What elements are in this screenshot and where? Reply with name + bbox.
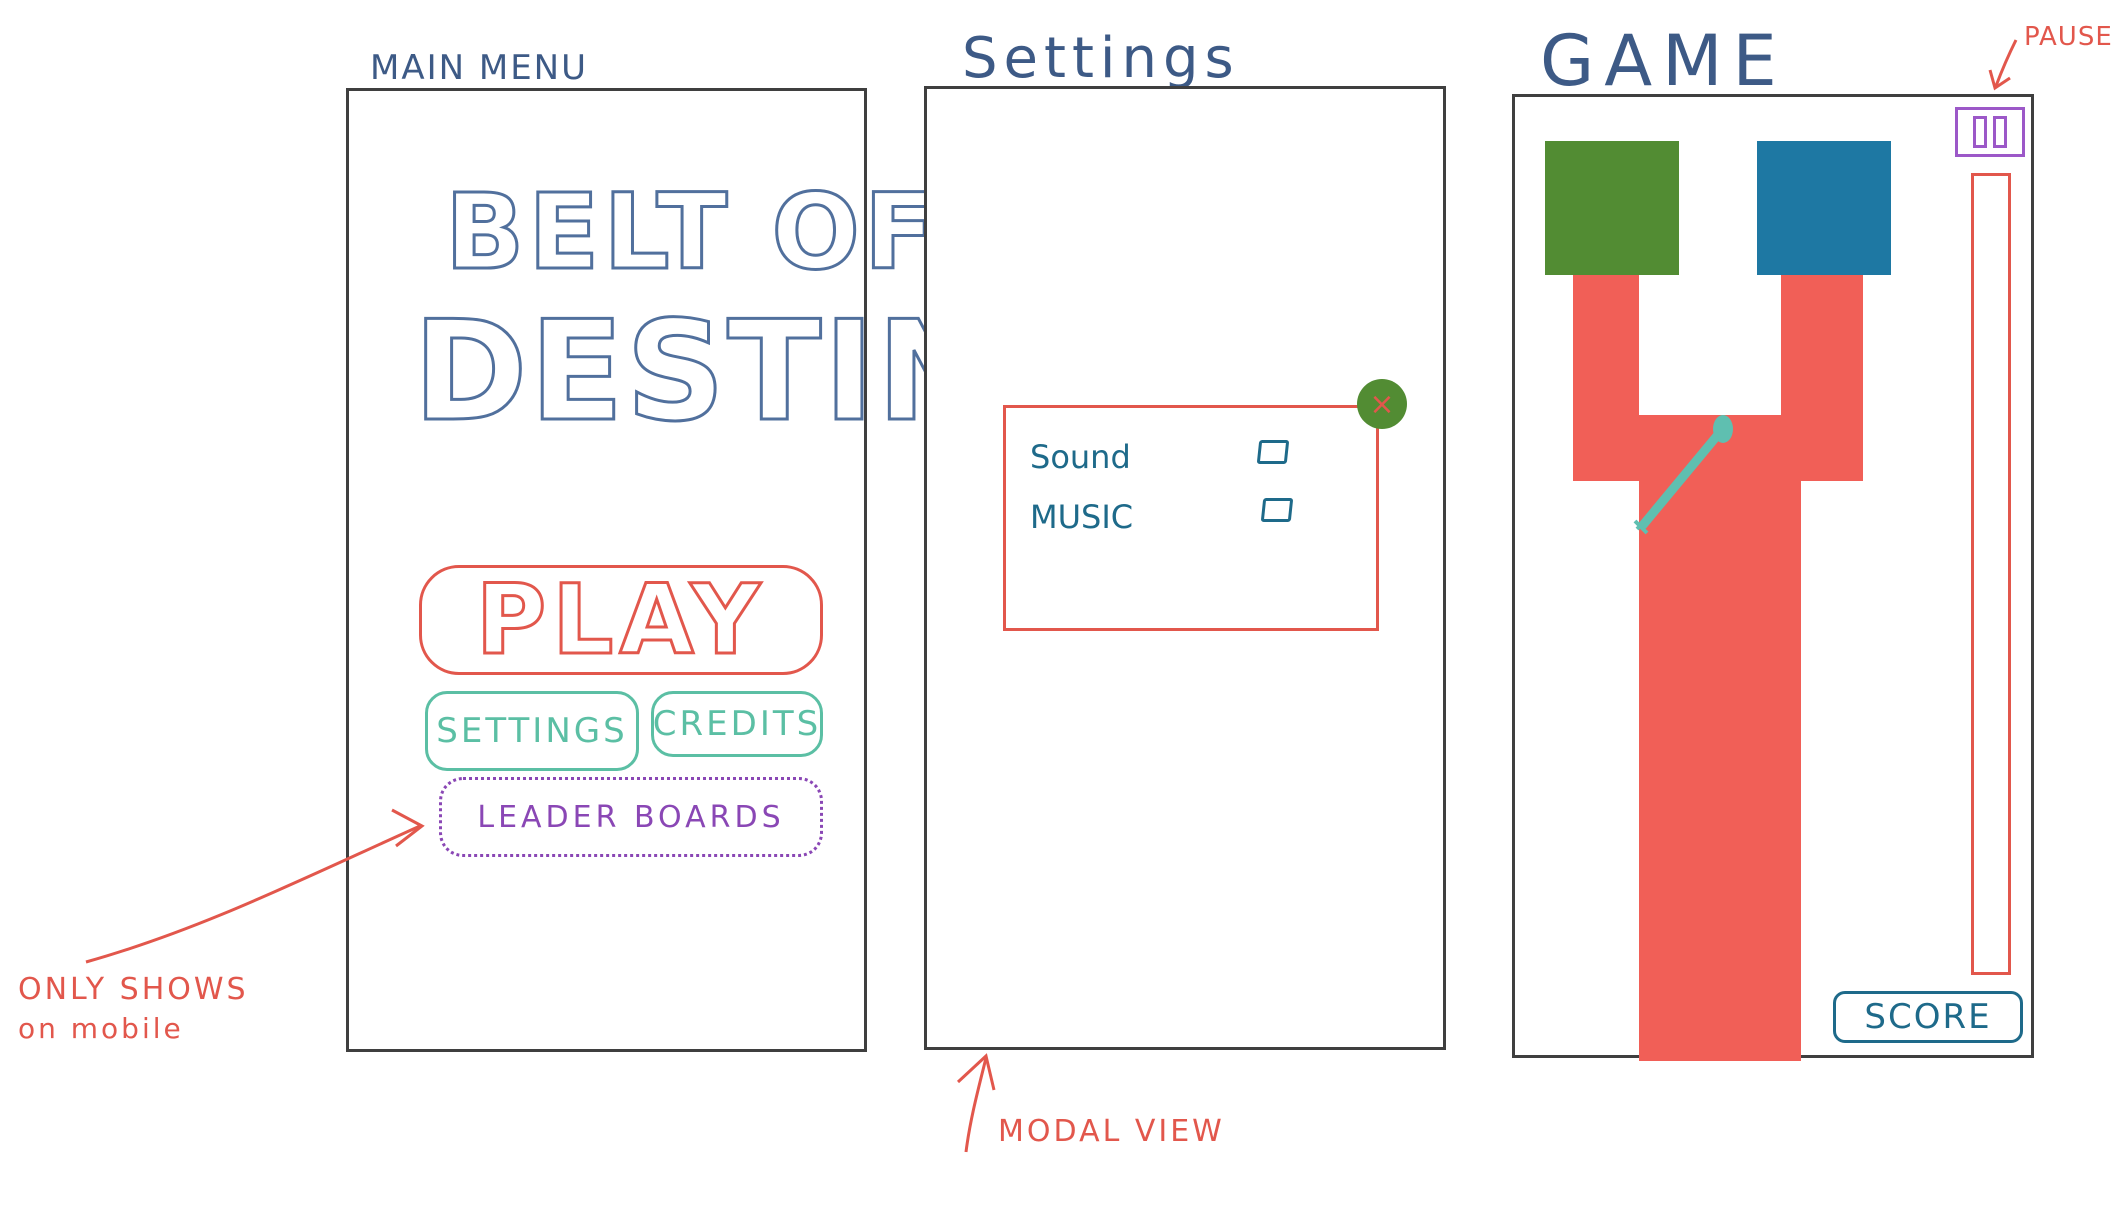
pause-note-arrow: [1988, 39, 2018, 91]
